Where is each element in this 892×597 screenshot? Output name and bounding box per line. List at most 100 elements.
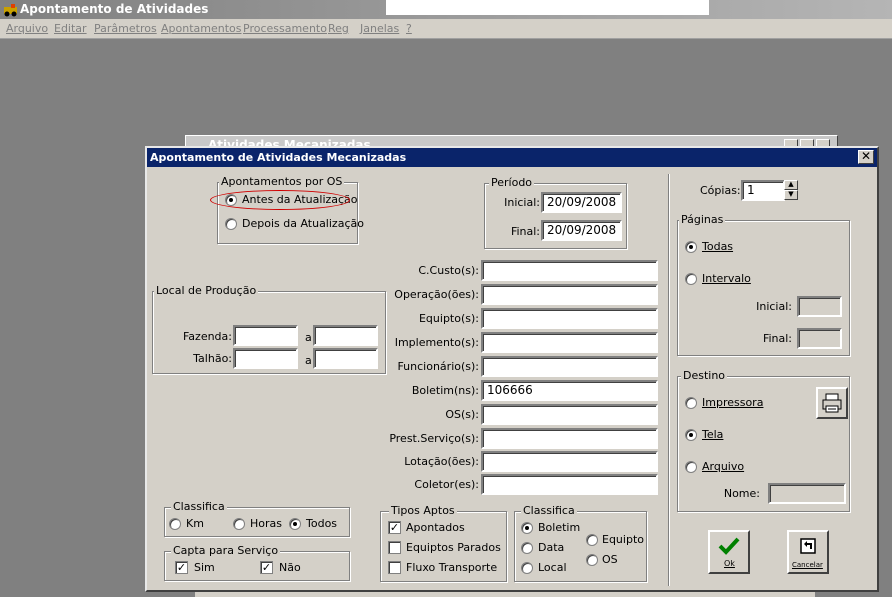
menu-janelas[interactable]: Janelas [360, 22, 399, 35]
radio-tela-label[interactable]: Tela [702, 428, 723, 441]
radio-os-label[interactable]: OS [602, 553, 618, 566]
radio-horas-label[interactable]: Horas [250, 517, 282, 530]
radio-intervalo-label[interactable]: Intervalo [702, 272, 751, 285]
apontamentos-legend: Apontamentos por OS [219, 175, 345, 188]
spin-down-icon[interactable]: ▼ [784, 190, 798, 200]
radio-equipto-label[interactable]: Equipto [602, 533, 644, 546]
capta-sim-checkbox[interactable]: ✓ [175, 561, 188, 574]
paginas-final-input[interactable] [797, 328, 842, 349]
tipos-parados-label[interactable]: Equiptos Parados [406, 541, 501, 554]
ccusto-label: C.Custo(s): [418, 264, 479, 277]
nome-label: Nome: [723, 487, 760, 500]
fazenda-from-input[interactable] [233, 325, 298, 346]
funcionario-input[interactable] [481, 356, 658, 377]
radio-data-label[interactable]: Data [538, 541, 564, 554]
printer-setup-button[interactable] [816, 387, 848, 419]
copias-label: Cópias: [700, 184, 741, 197]
radio-depois-label[interactable]: Depois da Atualização [242, 217, 364, 230]
periodo-inicial-label: Inicial: [504, 196, 540, 209]
radio-tela[interactable] [685, 429, 697, 441]
talhao-from-input[interactable] [233, 348, 298, 369]
classifica-legend-1: Classifica [171, 500, 227, 513]
radio-intervalo[interactable] [685, 273, 697, 285]
paginas-inicial-label: Inicial: [756, 300, 792, 313]
equipto-input[interactable] [481, 308, 658, 329]
radio-boletim[interactable] [521, 522, 533, 534]
radio-depois[interactable] [225, 218, 237, 230]
dialog-close-button[interactable]: ✕ [858, 150, 874, 164]
paginas-legend: Páginas [679, 213, 726, 226]
coletor-input[interactable] [481, 474, 658, 495]
capta-nao-checkbox[interactable]: ✓ [260, 561, 273, 574]
highlight-annotation [210, 190, 350, 210]
capta-group: Capta para Serviço [164, 544, 350, 581]
tipos-parados-checkbox[interactable] [388, 541, 401, 554]
radio-local-label[interactable]: Local [538, 561, 567, 574]
menu-help[interactable]: ? [406, 22, 412, 35]
menu-processamento[interactable]: Processamento [243, 22, 327, 35]
cancel-button[interactable]: Cancelar [787, 530, 829, 574]
close-icon: ✕ [860, 149, 872, 163]
paginas-inicial-input[interactable] [797, 296, 842, 317]
dialog-title: Apontamento de Atividades Mecanizadas [147, 148, 877, 167]
copias-spinner[interactable]: ▲ ▼ [784, 180, 798, 200]
title-bar-blank-area [386, 0, 709, 15]
talhao-to-input[interactable] [313, 348, 378, 369]
radio-todos[interactable] [289, 518, 301, 530]
spin-up-icon[interactable]: ▲ [784, 180, 798, 190]
radio-impressora[interactable] [685, 397, 697, 409]
menu-editar[interactable]: Editar [54, 22, 87, 35]
menu-reg[interactable]: Reg [328, 22, 349, 35]
implemento-input[interactable] [481, 332, 658, 353]
nome-input[interactable] [768, 483, 846, 504]
ccusto-input[interactable] [481, 260, 658, 281]
radio-boletim-label[interactable]: Boletim [538, 521, 580, 534]
tipos-fluxo-label[interactable]: Fluxo Transporte [406, 561, 497, 574]
boletim-input[interactable]: 106666 [481, 380, 658, 401]
radio-horas[interactable] [233, 518, 245, 530]
periodo-final-label: Final: [510, 225, 540, 238]
copias-input[interactable]: 1 [741, 180, 785, 201]
radio-arquivo-label[interactable]: Arquivo [702, 460, 744, 473]
radio-impressora-label[interactable]: Impressora [702, 396, 763, 409]
capta-sim-label[interactable]: Sim [194, 561, 215, 574]
radio-equipto[interactable] [586, 534, 598, 546]
periodo-inicial-input[interactable]: 20/09/2008 [541, 192, 622, 213]
operacao-input[interactable] [481, 284, 658, 305]
lotacao-label: Lotação(ões): [404, 455, 479, 468]
capta-nao-label[interactable]: Não [279, 561, 301, 574]
local-producao-legend: Local de Produção [154, 284, 259, 297]
periodo-final-input[interactable]: 20/09/2008 [541, 220, 622, 241]
os-input[interactable] [481, 404, 658, 425]
radio-arquivo[interactable] [685, 461, 697, 473]
menu-parametros[interactable]: Parâmetros [94, 22, 157, 35]
prestservico-input[interactable] [481, 428, 658, 449]
radio-todos-label[interactable]: Todos [306, 517, 337, 530]
tipos-aptos-legend: Tipos Aptos [389, 504, 457, 517]
os-label: OS(s): [445, 408, 479, 421]
tipos-apontados-checkbox[interactable]: ✓ [388, 521, 401, 534]
radio-todas-label[interactable]: Todas [702, 240, 733, 253]
menu-apontamentos[interactable]: Apontamentos [161, 22, 242, 35]
cancel-label: Cancelar [792, 561, 823, 569]
tipos-fluxo-checkbox[interactable] [388, 561, 401, 574]
radio-local[interactable] [521, 562, 533, 574]
menu-arquivo[interactable]: Arquivo [6, 22, 48, 35]
fazenda-to-input[interactable] [313, 325, 378, 346]
undo-icon [800, 538, 816, 554]
prestservico-label: Prest.Serviço(s): [389, 432, 479, 445]
ok-button[interactable]: Ok [708, 530, 750, 574]
periodo-legend: Período [489, 176, 535, 189]
checkmark-icon [718, 537, 740, 555]
radio-os[interactable] [586, 554, 598, 566]
menu-bar: Arquivo Editar Parâmetros Apontamentos P… [0, 19, 892, 39]
paginas-final-label: Final: [762, 332, 792, 345]
talhao-a-label: a [305, 354, 312, 367]
tipos-apontados-label[interactable]: Apontados [406, 521, 465, 534]
radio-km[interactable] [169, 518, 181, 530]
lotacao-input[interactable] [481, 451, 658, 472]
radio-data[interactable] [521, 542, 533, 554]
equipto-label: Equipto(s): [418, 312, 479, 325]
radio-km-label[interactable]: Km [186, 517, 204, 530]
radio-todas[interactable] [685, 241, 697, 253]
